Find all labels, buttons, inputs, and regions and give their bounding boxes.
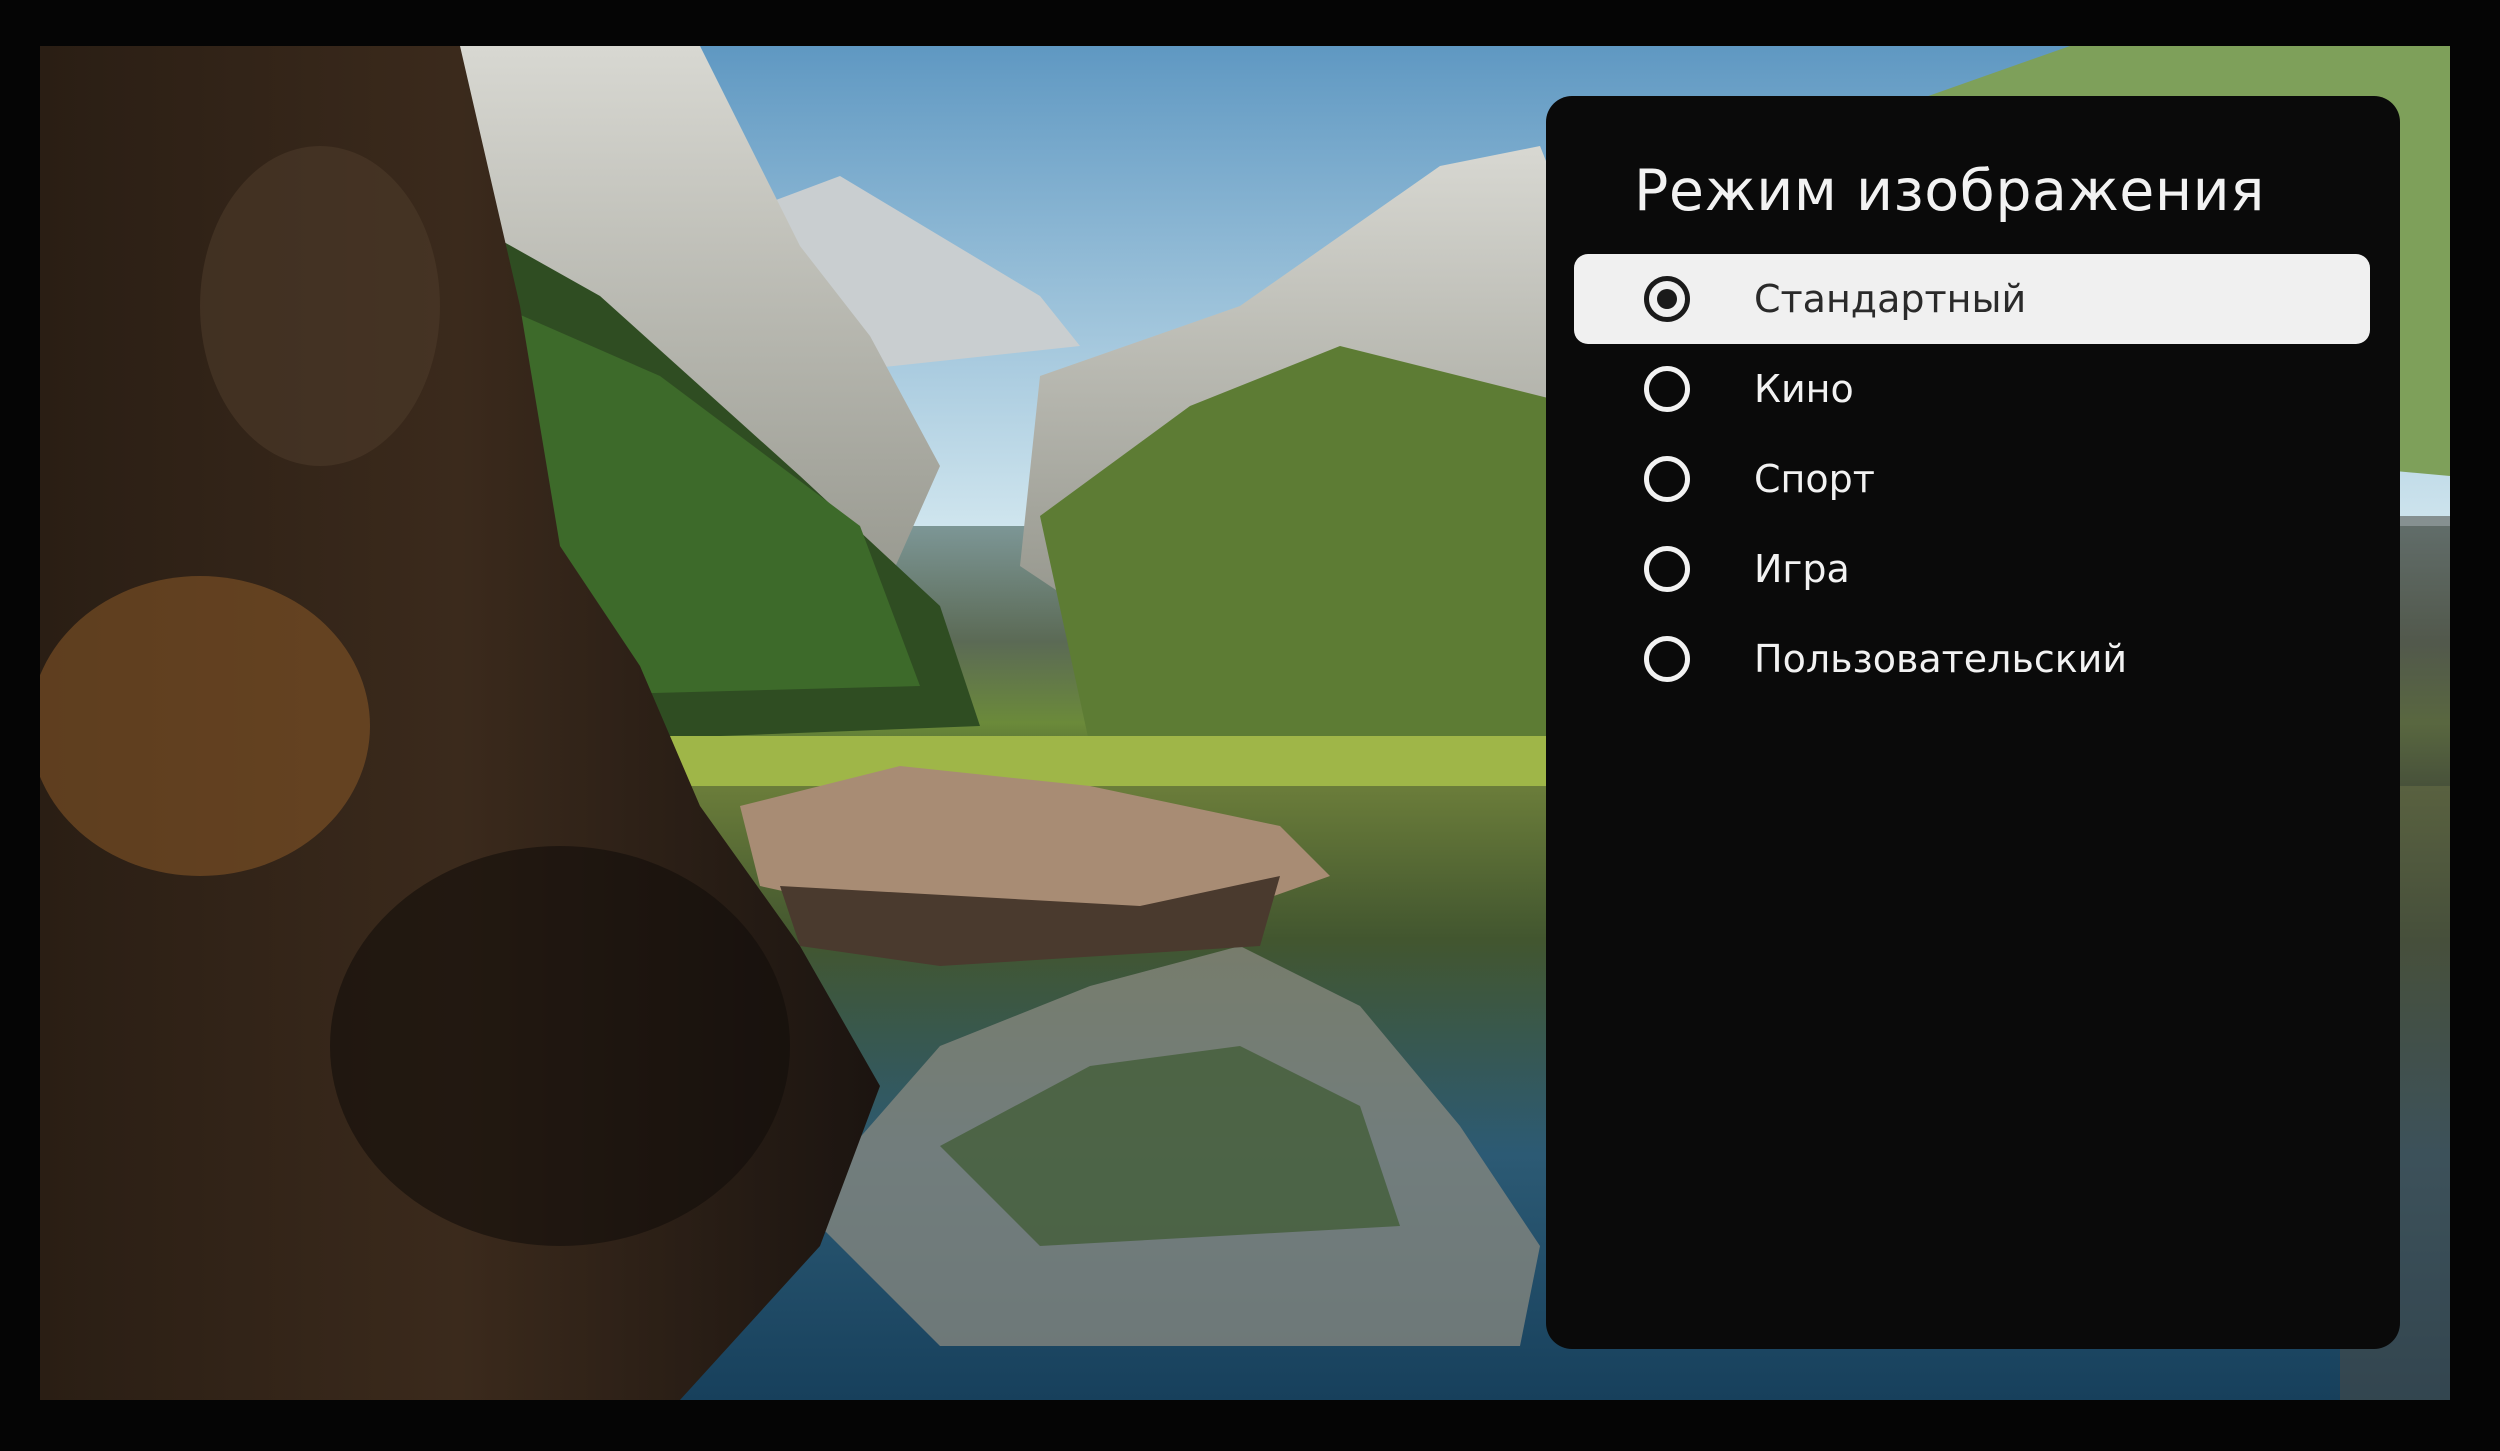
radio-unselected-icon xyxy=(1644,456,1690,502)
tv-screen: Режим изображения Стандартный Кино Спорт… xyxy=(0,0,2500,1451)
radio-unselected-icon xyxy=(1644,366,1690,412)
menu-item-standard[interactable]: Стандартный xyxy=(1574,254,2370,344)
menu-item-label: Пользовательский xyxy=(1754,637,2128,681)
radio-unselected-icon xyxy=(1644,546,1690,592)
menu-item-label: Игра xyxy=(1754,547,1850,591)
menu-item-cinema[interactable]: Кино xyxy=(1574,344,2370,434)
menu-item-label: Стандартный xyxy=(1754,277,2027,321)
menu-item-user[interactable]: Пользовательский xyxy=(1574,614,2370,704)
menu-item-label: Кино xyxy=(1754,367,1854,411)
radio-unselected-icon xyxy=(1644,636,1690,682)
picture-mode-menu: Режим изображения Стандартный Кино Спорт… xyxy=(1546,96,2400,1349)
menu-item-game[interactable]: Игра xyxy=(1574,524,2370,614)
radio-dot-icon xyxy=(1657,289,1677,309)
menu-title: Режим изображения xyxy=(1634,158,2265,224)
menu-item-sport[interactable]: Спорт xyxy=(1574,434,2370,524)
radio-selected-icon xyxy=(1644,276,1690,322)
menu-item-label: Спорт xyxy=(1754,457,1875,501)
